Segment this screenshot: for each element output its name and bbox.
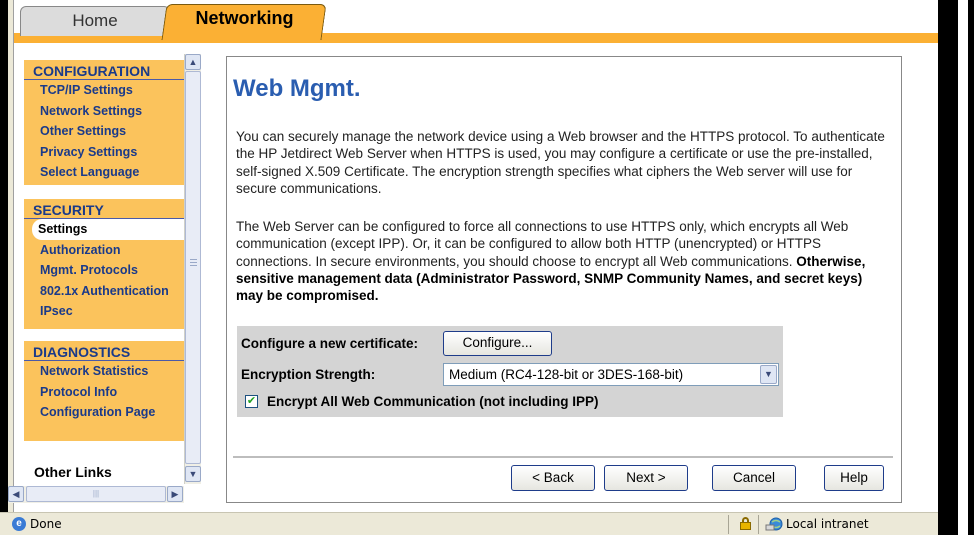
- tab-networking-label: Networking: [195, 8, 294, 28]
- status-text: Done: [30, 517, 62, 531]
- scrollbar-thumb[interactable]: [185, 71, 201, 464]
- sidebar-item-8021x-authentication[interactable]: 802.1x Authentication: [24, 281, 184, 302]
- sidebar-horizontal-scrollbar[interactable]: ◀ ||| ▶: [8, 486, 184, 503]
- window-frame: [8, 0, 14, 512]
- sidebar-item-mgmt-protocols[interactable]: Mgmt. Protocols: [24, 260, 184, 281]
- scroll-up-icon[interactable]: ▲: [185, 54, 201, 70]
- sidebar-item-network-settings[interactable]: Network Settings: [24, 101, 184, 122]
- https-paragraph-text: The Web Server can be configured to forc…: [236, 219, 849, 269]
- sidebar-item-protocol-info[interactable]: Protocol Info: [24, 382, 184, 403]
- sidebar-section-configuration: CONFIGURATION TCP/IP Settings Network Se…: [24, 60, 184, 185]
- sidebar-item-settings[interactable]: Settings: [32, 219, 184, 240]
- config-panel: Configure a new certificate: Configure..…: [237, 326, 783, 417]
- page-title: Web Mgmt.: [233, 75, 361, 102]
- tab-home[interactable]: Home: [20, 6, 170, 36]
- window-edge-right: [938, 0, 974, 535]
- main-panel: Web Mgmt. You can securely manage the ne…: [226, 56, 902, 503]
- encrypt-all-checkbox[interactable]: ✔: [245, 395, 258, 408]
- sidebar-heading: DIAGNOSTICS: [24, 341, 184, 361]
- sidebar-item-privacy-settings[interactable]: Privacy Settings: [24, 142, 184, 163]
- encryption-strength-label: Encryption Strength:: [241, 367, 376, 382]
- sidebar-item-configuration-page[interactable]: Configuration Page: [24, 402, 184, 423]
- tab-home-label: Home: [72, 11, 118, 30]
- certificate-label: Configure a new certificate:: [241, 336, 419, 351]
- sidebar-item-other-settings[interactable]: Other Settings: [24, 121, 184, 142]
- divider: [233, 456, 893, 458]
- scroll-down-icon[interactable]: ▼: [185, 466, 201, 482]
- status-divider: [758, 515, 759, 534]
- tab-bar: Home Networking: [14, 0, 938, 44]
- sidebar-item-ipsec[interactable]: IPsec: [24, 301, 184, 322]
- window-edge: [0, 0, 8, 512]
- cancel-button[interactable]: Cancel: [712, 465, 796, 491]
- sidebar-heading: CONFIGURATION: [24, 60, 184, 80]
- sidebar-section-diagnostics: DIAGNOSTICS Network Statistics Protocol …: [24, 341, 184, 441]
- sidebar-section-security: SECURITY Settings Authorization Mgmt. Pr…: [24, 199, 184, 329]
- scroll-left-icon[interactable]: ◀: [8, 486, 24, 502]
- window-edge-strip: [958, 0, 968, 535]
- tab-networking[interactable]: Networking: [161, 4, 327, 40]
- intro-paragraph: You can securely manage the network devi…: [236, 129, 885, 196]
- sidebar: CONFIGURATION TCP/IP Settings Network Se…: [24, 54, 184, 484]
- encryption-strength-select[interactable]: Medium (RC4-128-bit or 3DES-168-bit) ▼: [443, 363, 779, 386]
- ie-page-icon: e: [12, 517, 26, 531]
- help-button[interactable]: Help: [824, 465, 884, 491]
- configure-button[interactable]: Configure...: [443, 331, 552, 356]
- sidebar-vertical-scrollbar[interactable]: ▲ ▼: [184, 54, 201, 484]
- status-bar: e Done Local intranet: [0, 512, 938, 535]
- zone-text: Local intranet: [786, 517, 869, 531]
- back-button[interactable]: < Back: [511, 465, 595, 491]
- chevron-down-icon[interactable]: ▼: [760, 365, 777, 384]
- https-paragraph: The Web Server can be configured to forc…: [236, 218, 886, 304]
- encryption-strength-value: Medium (RC4-128-bit or 3DES-168-bit): [449, 367, 684, 382]
- scroll-right-icon[interactable]: ▶: [167, 486, 183, 502]
- sidebar-item-network-statistics[interactable]: Network Statistics: [24, 361, 184, 382]
- sidebar-heading: SECURITY: [24, 199, 184, 219]
- lock-icon: [740, 517, 751, 530]
- other-links-heading[interactable]: Other Links: [34, 464, 112, 480]
- horizontal-scrollbar-thumb[interactable]: |||: [26, 486, 166, 502]
- sidebar-item-select-language[interactable]: Select Language: [24, 162, 184, 183]
- sidebar-item-tcpip-settings[interactable]: TCP/IP Settings: [24, 80, 184, 101]
- encrypt-all-label: Encrypt All Web Communication (not inclu…: [267, 394, 599, 409]
- local-intranet-icon: [765, 517, 783, 531]
- sidebar-item-authorization[interactable]: Authorization: [24, 240, 184, 261]
- next-button[interactable]: Next >: [604, 465, 688, 491]
- status-divider: [728, 515, 729, 534]
